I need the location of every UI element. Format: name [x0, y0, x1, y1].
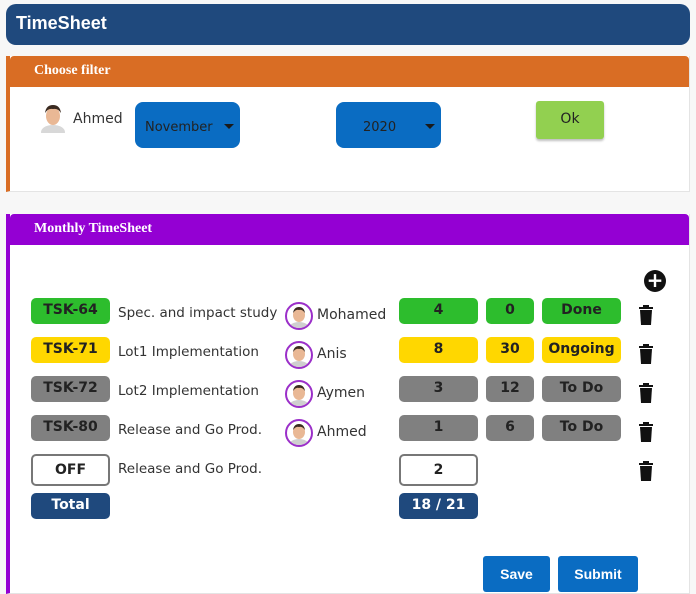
monthly-panel-header: Monthly TimeSheet — [10, 214, 689, 245]
task-id-badge: TSK-64 — [31, 298, 110, 324]
filter-panel-title: Choose filter — [34, 63, 111, 78]
status-badge: To Do — [542, 376, 621, 402]
assignee-name: Ahmed — [317, 424, 367, 440]
year-select-value: 2020 — [363, 120, 397, 135]
save-button[interactable]: Save — [483, 556, 550, 592]
days-value[interactable]: 3 — [399, 376, 478, 402]
remaining-value[interactable]: 0 — [486, 298, 534, 324]
total-value: 18 / 21 — [399, 493, 478, 519]
status-badge: To Do — [542, 415, 621, 441]
chevron-down-icon — [224, 124, 234, 129]
off-badge: OFF — [31, 454, 110, 486]
off-days-input[interactable]: 2 — [399, 454, 478, 486]
month-select[interactable]: November — [135, 102, 240, 148]
task-description: Spec. and impact study — [118, 305, 278, 321]
ok-button[interactable]: Ok — [536, 101, 604, 139]
user-avatar — [41, 105, 65, 133]
remaining-value[interactable]: 12 — [486, 376, 534, 402]
assignee-name: Anis — [317, 346, 347, 362]
month-select-value: November — [145, 120, 213, 135]
task-description: Lot1 Implementation — [118, 344, 259, 360]
year-select[interactable]: 2020 — [336, 102, 441, 148]
filter-panel-header: Choose filter — [10, 56, 689, 87]
status-badge: Done — [542, 298, 621, 324]
filter-user-name: Ahmed — [73, 111, 123, 127]
remaining-value[interactable]: 6 — [486, 415, 534, 441]
person-icon — [289, 346, 309, 367]
app-title-bar: TimeSheet — [6, 4, 690, 45]
off-description: Release and Go Prod. — [118, 461, 263, 477]
person-icon — [289, 307, 309, 328]
person-icon — [289, 385, 309, 406]
assignee-avatar — [285, 380, 313, 408]
trash-icon[interactable] — [638, 461, 654, 481]
plus-icon: + — [646, 268, 664, 292]
monthly-timesheet-panel: Monthly TimeSheet — [6, 214, 690, 594]
remaining-value[interactable]: 30 — [486, 337, 534, 363]
trash-icon[interactable] — [638, 383, 654, 403]
total-label: Total — [31, 493, 110, 519]
person-icon — [289, 424, 309, 445]
status-badge: Ongoing — [542, 337, 621, 363]
trash-icon[interactable] — [638, 305, 654, 325]
chevron-down-icon — [425, 124, 435, 129]
add-task-button[interactable]: + — [644, 270, 666, 292]
task-id-badge: TSK-72 — [31, 376, 110, 402]
task-id-badge: TSK-80 — [31, 415, 110, 441]
submit-button[interactable]: Submit — [558, 556, 638, 592]
assignee-name: Aymen — [317, 385, 366, 401]
task-id-badge: TSK-71 — [31, 337, 110, 363]
assignee-avatar — [285, 341, 313, 369]
app-title: TimeSheet — [16, 13, 107, 33]
days-value[interactable]: 1 — [399, 415, 478, 441]
trash-icon[interactable] — [638, 344, 654, 364]
days-value[interactable]: 4 — [399, 298, 478, 324]
ok-button-label: Ok — [560, 111, 580, 127]
task-description: Release and Go Prod. — [118, 422, 263, 438]
assignee-avatar — [285, 302, 313, 330]
days-value[interactable]: 8 — [399, 337, 478, 363]
trash-icon[interactable] — [638, 422, 654, 442]
task-description: Lot2 Implementation — [118, 383, 259, 399]
assignee-name: Mohamed — [317, 307, 387, 323]
assignee-avatar — [285, 419, 313, 447]
monthly-panel-title: Monthly TimeSheet — [34, 221, 153, 236]
